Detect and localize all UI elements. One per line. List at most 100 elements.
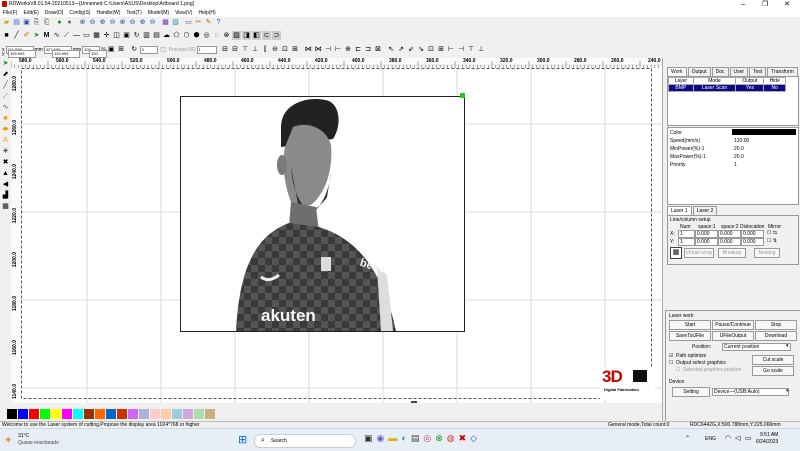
y-input[interactable]: 109.993	[8, 50, 36, 58]
y-mirror-checkbox[interactable]: ☐ ⇅	[767, 238, 777, 244]
dock-top-icon[interactable]: ⊤	[467, 45, 476, 54]
zoom-in-icon[interactable]: ⊕	[78, 18, 87, 27]
palette-swatch[interactable]	[128, 409, 138, 419]
layer-row[interactable]: BMP Laser Scan Yes No	[668, 84, 786, 92]
dock-right-icon[interactable]: ⊣	[457, 45, 466, 54]
rect-icon[interactable]: ▭	[82, 31, 91, 40]
x-num-input[interactable]: 1	[678, 230, 695, 238]
align-left-icon[interactable]: ⊟	[221, 45, 230, 54]
camera-icon[interactable]: ■	[2, 31, 11, 40]
menu-draw[interactable]: Draw(D)	[42, 9, 67, 17]
pause-continue-button[interactable]: Pause/Continue	[712, 320, 754, 330]
align-hcenter-icon[interactable]: ⫿	[261, 45, 270, 54]
curve-icon[interactable]: ∿	[52, 31, 61, 40]
vector-icon[interactable]: ✎	[204, 18, 213, 27]
start-icon[interactable]: ●	[55, 18, 64, 27]
zoom-page-icon[interactable]: ⊕	[98, 18, 107, 27]
minpower-value[interactable]: 20.0	[734, 146, 744, 152]
distribute-v-icon[interactable]: ⋈	[314, 45, 323, 54]
align-top-icon[interactable]: ⊤	[241, 45, 250, 54]
zoom-window-icon[interactable]: ⊕	[118, 18, 127, 27]
corner-bl-icon[interactable]: ⇙	[407, 45, 416, 54]
file-explorer-icon[interactable]: ▬	[388, 433, 397, 444]
go-scale-button[interactable]: Go scale	[752, 366, 794, 376]
chevron-down-icon[interactable]: ▾	[786, 388, 789, 394]
align-vcenter-icon[interactable]: ⊖	[271, 45, 280, 54]
frame-icon[interactable]: ▧	[171, 18, 180, 27]
offset-icon[interactable]: ⬠	[172, 31, 181, 40]
outline-icon[interactable]: ⊂	[262, 31, 271, 40]
volume-icon[interactable]: ◁	[735, 434, 740, 442]
angle-input[interactable]: 0	[139, 45, 158, 54]
polyline-tool-icon[interactable]: ⟋	[0, 91, 11, 102]
array-tool-icon[interactable]: ▦	[0, 201, 11, 212]
store-icon[interactable]: ▤	[411, 433, 420, 444]
line-icon[interactable]: —	[72, 31, 81, 40]
device-setting-button[interactable]: Setting	[672, 387, 710, 397]
menu-handle[interactable]: Handle(W)	[93, 9, 123, 17]
palette-swatch[interactable]	[150, 409, 160, 419]
rotate-angle-icon[interactable]: ↻	[130, 45, 139, 54]
palette-swatch[interactable]	[73, 409, 83, 419]
virtual-array-button[interactable]: Virtual array	[684, 248, 714, 258]
group-icon[interactable]: ⬡	[182, 31, 191, 40]
open-icon[interactable]: ▰	[2, 18, 11, 27]
maxpower-value[interactable]: 20.0	[734, 154, 744, 160]
center-icon[interactable]: ⊕	[344, 45, 353, 54]
page-fit-icon[interactable]: ⊞	[437, 45, 446, 54]
zoom-out-icon[interactable]: ⊖	[88, 18, 97, 27]
smooth-icon[interactable]: ◌	[212, 31, 221, 40]
position-select[interactable]: Current position	[722, 343, 791, 351]
space-h-icon[interactable]: ⊣	[324, 45, 333, 54]
array-icon[interactable]: ▥	[142, 31, 151, 40]
palette-swatch[interactable]	[194, 409, 204, 419]
chevron-down-icon[interactable]: ▾	[786, 343, 789, 349]
palette-swatch[interactable]	[40, 409, 50, 419]
x-space1-input[interactable]: 0.000	[695, 230, 718, 238]
palette-swatch[interactable]	[183, 409, 193, 419]
zoom-select-icon[interactable]: ⊖	[128, 18, 137, 27]
equal-height-icon[interactable]: ⊞	[291, 45, 300, 54]
monitor-icon[interactable]: ▭	[184, 18, 193, 27]
process-no-input[interactable]: 1	[196, 45, 217, 54]
palette-swatch[interactable]	[172, 409, 182, 419]
nesting-button[interactable]: Nesting	[754, 248, 780, 258]
menu-help[interactable]: Help(H)	[195, 9, 218, 17]
y-num-input[interactable]: 1	[678, 238, 695, 246]
close-button[interactable]: ✕	[776, 0, 798, 9]
weld-icon[interactable]: ⊗	[222, 31, 231, 40]
start-button[interactable]: Start	[669, 320, 711, 330]
weather-icon[interactable]: ☀	[4, 435, 12, 446]
maximize-button[interactable]: ❐	[754, 0, 776, 9]
battery-icon[interactable]: ▭	[745, 434, 752, 442]
palette-swatch[interactable]	[106, 409, 116, 419]
triangle-tool-icon[interactable]: ▲	[0, 168, 11, 179]
align-bottom-icon[interactable]: ⊥	[251, 45, 260, 54]
palette-swatch[interactable]	[62, 409, 72, 419]
palette-swatch[interactable]	[161, 409, 171, 419]
corner-tl-icon[interactable]: ⇖	[387, 45, 396, 54]
taskbar-search[interactable]: ⌕ Search	[254, 434, 356, 448]
palette-swatch[interactable]	[205, 409, 215, 419]
distribute-h-icon[interactable]: ⋈	[304, 45, 313, 54]
app-icon-2[interactable]: ◇	[470, 433, 477, 444]
rect-tool-icon[interactable]: ■	[0, 113, 11, 124]
rotate-icon[interactable]: ↻	[132, 31, 141, 40]
close-path-icon[interactable]: ◎	[202, 31, 211, 40]
selection-handle[interactable]	[460, 93, 465, 98]
palette-swatch[interactable]	[51, 409, 61, 419]
text-tool-icon[interactable]: A	[0, 135, 11, 146]
task-view-icon[interactable]: ▣	[364, 433, 373, 444]
size-both-icon[interactable]: ⊠	[374, 45, 383, 54]
pan-icon[interactable]: ⊕	[138, 18, 147, 27]
chat-icon[interactable]: ◉	[377, 433, 385, 444]
bitmap-image[interactable]: akuten beko	[180, 96, 465, 332]
size-w-icon[interactable]: ⊏	[354, 45, 363, 54]
device-select[interactable]: Device---(USB:Auto)	[712, 388, 789, 396]
new-icon[interactable]: ▤	[12, 18, 21, 27]
tab-output[interactable]: Output	[687, 67, 711, 76]
help-icon[interactable]: ?	[214, 18, 223, 27]
align-right-icon[interactable]: ⊟	[231, 45, 240, 54]
windows-start-icon[interactable]: ⊞	[238, 434, 247, 446]
menu-edit[interactable]: Edit(E)	[20, 9, 41, 17]
